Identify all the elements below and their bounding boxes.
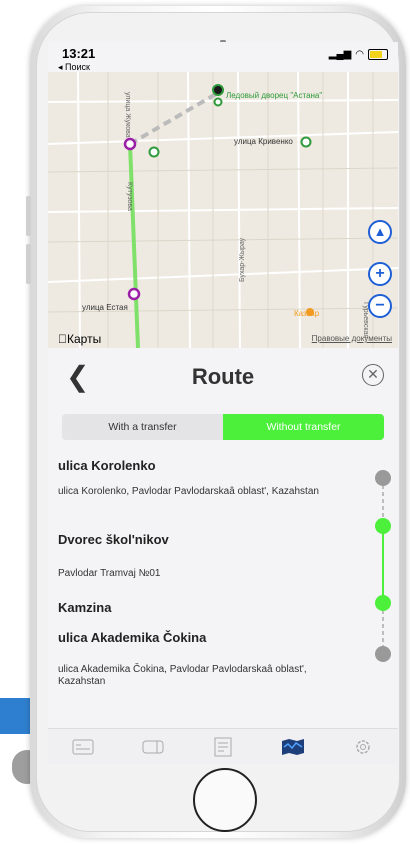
transfer-segmented-control: With a transfer Without transfer [62, 414, 384, 440]
signal-icon: ▂▄▆ [328, 49, 352, 60]
map-label-kutuzova: Кутузова [126, 182, 133, 211]
segment-without-transfer[interactable]: Without transfer [223, 414, 384, 440]
legal-link[interactable]: Правовые документы [312, 334, 392, 343]
map-label-bukhar: Бухар-Жырау [239, 237, 246, 282]
volume-up-button [26, 196, 31, 236]
battery-icon [368, 49, 388, 60]
stop-address-2: Pavlodar Tramvaj №01 [58, 568, 161, 579]
map-label-estaya: улица Естая [82, 303, 128, 312]
stop-name-2: Dvorec škol'nikov [58, 532, 169, 547]
stop-address-1: ulica Korolenko, Pavlodar Pavlodarskaâ o… [58, 486, 319, 497]
tab-bar [48, 728, 398, 764]
maps-brand-text: Карты [58, 332, 101, 346]
stop-name-1: ulica Korolenko [58, 458, 156, 473]
timeline-dot-board [375, 518, 391, 534]
status-bar: 13:21 ◂ Поиск ▂▄▆ ◠ [48, 42, 398, 72]
map-label-zhukova: улица Жукова [124, 92, 131, 138]
wifi-icon: ◠ [355, 49, 364, 60]
status-time: 13:21 [62, 46, 96, 61]
timeline-dot-alight [375, 595, 391, 611]
timeline-dot-end [375, 646, 391, 662]
page-title: Route [191, 364, 255, 389]
route-sheet: ❮ Route ✕ With a transfer Without transf… [48, 348, 398, 728]
segment-with-transfer[interactable]: With a transfer [62, 414, 223, 440]
status-icons: ▂▄▆ ◠ [329, 49, 388, 60]
volume-down-button [26, 244, 31, 284]
timeline-dot-start [375, 470, 391, 486]
zoom-out-button[interactable]: − [368, 294, 392, 318]
screen: 13:21 ◂ Поиск ▂▄▆ ◠ Ледовый дворец "Аста… [48, 42, 398, 764]
maps-brand-logo: Карты [58, 332, 101, 346]
home-button[interactable] [193, 768, 257, 832]
gear-icon[interactable] [351, 737, 375, 757]
stop-name-3: Kamzina [58, 600, 112, 615]
card-icon[interactable] [71, 737, 95, 757]
route-header: ❮ Route ✕ [48, 348, 398, 404]
route-map[interactable]: Ледовый дворец "Астана" улица Кривенко у… [48, 72, 398, 348]
zoom-in-button[interactable]: + [368, 262, 392, 286]
stop-name-4: ulica Akademika Čokina [58, 630, 207, 645]
map-label-krivenko: улица Кривенко [234, 137, 293, 146]
receipt-icon[interactable] [211, 737, 235, 757]
map-icon[interactable] [281, 737, 305, 757]
map-canvas: Ледовый дворец "Астана" улица Кривенко у… [48, 72, 398, 348]
compass-icon[interactable]: ▲ [368, 220, 392, 244]
ticket-icon[interactable] [141, 737, 165, 757]
stop-address-4: ulica Akademika Čokina, Pavlodar Pavloda… [58, 664, 307, 687]
map-label-ice-palace: Ледовый дворец "Астана" [226, 91, 322, 100]
map-label-kazzar: Каззар [294, 309, 320, 318]
